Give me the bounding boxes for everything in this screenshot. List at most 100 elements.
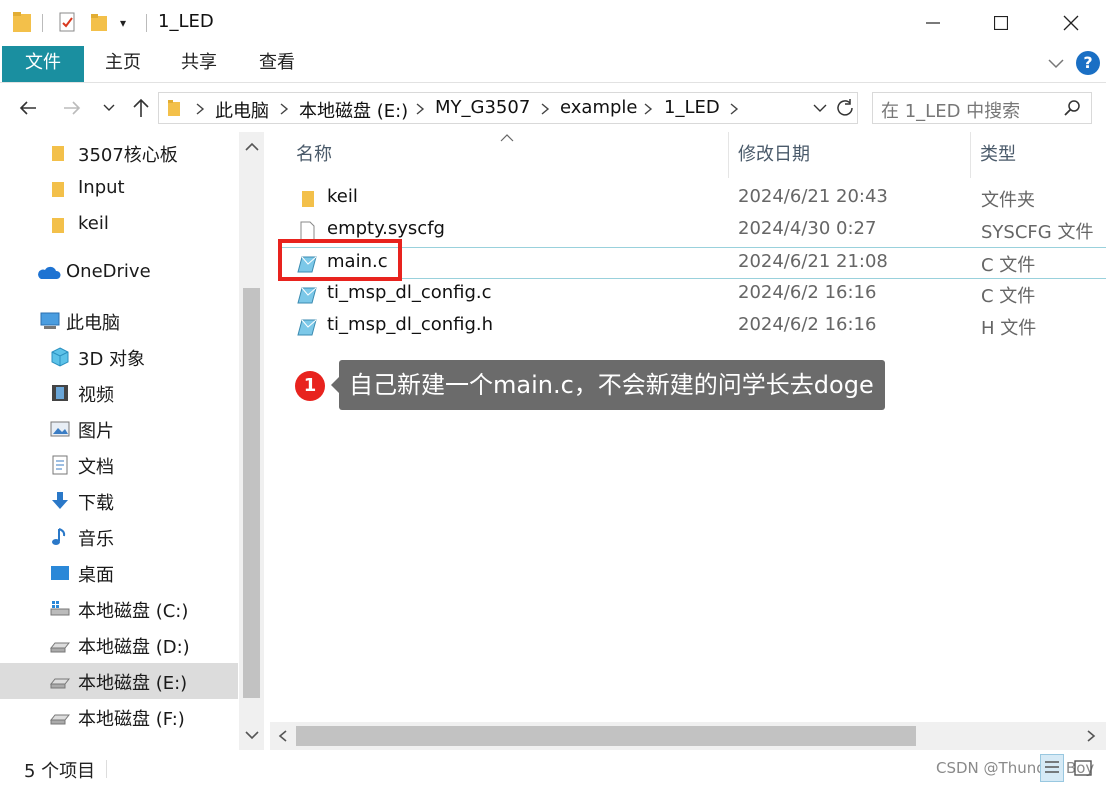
folder-icon xyxy=(52,146,64,161)
title-bar: ▾ 1_LED xyxy=(0,0,1106,46)
file-row-empty-syscfg[interactable]: empty.syscfg 2024/4/30 0:27 SYSCFG 文件 xyxy=(282,215,1106,247)
title-separator xyxy=(146,14,147,32)
file-row-ti-msp-dl-config-h[interactable]: ti_msp_dl_config.h 2024/6/2 16:16 H 文件 xyxy=(282,311,1106,343)
column-header-name[interactable]: 名称 xyxy=(296,132,332,180)
drive-icon xyxy=(50,714,70,725)
nav-item-music[interactable]: 音乐 xyxy=(0,519,238,555)
item-count: 5 个项目 xyxy=(24,761,96,782)
search-input[interactable]: 在 1_LED 中搜索 xyxy=(872,92,1092,124)
file-type: SYSCFG 文件 xyxy=(981,222,1094,243)
nav-item-desktop[interactable]: 桌面 xyxy=(0,555,238,591)
column-header-date[interactable]: 修改日期 xyxy=(738,132,810,180)
forward-arrow-icon[interactable] xyxy=(60,96,84,120)
column-divider[interactable] xyxy=(970,132,971,178)
breadcrumb-chevron-icon[interactable] xyxy=(415,102,425,116)
file-row-keil[interactable]: keil 2024/6/21 20:43 文件夹 xyxy=(282,183,1106,215)
navigation-pane: 3507核心板 Input keil OneDrive 此电脑 3D 对象 视频… xyxy=(0,132,264,750)
refresh-icon[interactable] xyxy=(835,98,855,118)
customize-quick-access-icon[interactable]: ▾ xyxy=(120,16,126,30)
column-divider[interactable] xyxy=(728,132,729,178)
expand-ribbon-icon[interactable] xyxy=(1046,55,1066,71)
details-view-button[interactable] xyxy=(1040,754,1064,782)
annotation-number-badge: 1 xyxy=(295,371,325,401)
breadcrumb-my-g3507[interactable]: MY_G3507 xyxy=(435,97,530,118)
tab-share[interactable]: 共享 xyxy=(168,46,230,82)
file-row-ti-msp-dl-config-c[interactable]: ti_msp_dl_config.c 2024/6/2 16:16 C 文件 xyxy=(282,279,1106,311)
nav-item-drive-d[interactable]: 本地磁盘 (D:) xyxy=(0,627,238,663)
up-arrow-icon[interactable] xyxy=(130,96,152,120)
help-button[interactable]: ? xyxy=(1076,51,1100,75)
nav-item-onedrive[interactable]: OneDrive xyxy=(0,255,238,291)
file-list-horizontal-scrollbar[interactable] xyxy=(270,722,1106,750)
breadcrumb-chevron-icon[interactable] xyxy=(195,102,205,116)
file-date: 2024/6/2 16:16 xyxy=(738,314,877,335)
file-name: keil xyxy=(327,186,358,207)
drive-icon xyxy=(50,678,70,689)
column-header-type[interactable]: 类型 xyxy=(980,132,1016,180)
status-bar: 5 个项目 CSDN @Thunder Boy xyxy=(0,750,1106,786)
file-date: 2024/6/2 16:16 xyxy=(738,282,877,303)
close-button[interactable] xyxy=(1036,0,1106,46)
file-list: 名称 修改日期 类型 keil 2024/6/21 20:43 文件夹 empt… xyxy=(272,132,1106,750)
tab-home[interactable]: 主页 xyxy=(92,46,154,82)
folder-icon xyxy=(13,12,31,32)
breadcrumb-example[interactable]: example xyxy=(560,97,637,118)
breadcrumb-chevron-icon[interactable] xyxy=(729,102,739,116)
scroll-right-icon[interactable] xyxy=(1086,730,1096,742)
back-arrow-icon[interactable] xyxy=(16,96,40,120)
pictures-icon xyxy=(50,421,70,437)
maximize-button[interactable] xyxy=(966,0,1036,46)
file-type: 文件夹 xyxy=(981,190,1035,211)
new-folder-icon[interactable] xyxy=(90,12,108,32)
file-name: ti_msp_dl_config.h xyxy=(327,314,494,335)
scrollbar-thumb[interactable] xyxy=(243,288,260,698)
nav-item-drive-e[interactable]: 本地磁盘 (E:) xyxy=(0,663,238,699)
c-file-icon xyxy=(297,287,317,304)
address-bar[interactable]: 此电脑 本地磁盘 (E:) MY_G3507 example 1_LED xyxy=(158,92,858,124)
nav-label: 此电脑 xyxy=(66,313,120,334)
nav-item-documents[interactable]: 文档 xyxy=(0,447,238,483)
scroll-down-icon[interactable] xyxy=(245,730,259,740)
file-row-main-c[interactable]: main.c 2024/6/21 21:08 C 文件 xyxy=(282,247,1106,279)
blank-file-icon xyxy=(300,221,315,241)
3d-objects-icon xyxy=(51,347,69,367)
nav-label: 本地磁盘 (F:) xyxy=(78,709,185,730)
nav-item-input[interactable]: Input xyxy=(0,171,238,207)
nav-label: 本地磁盘 (E:) xyxy=(78,673,188,694)
nav-scrollbar[interactable] xyxy=(239,132,264,750)
breadcrumb-chevron-icon[interactable] xyxy=(540,102,550,116)
breadcrumb-this-pc[interactable]: 此电脑 xyxy=(215,97,269,123)
scroll-left-icon[interactable] xyxy=(278,730,288,742)
recent-locations-chevron-icon[interactable] xyxy=(102,102,116,114)
annotation-highlight-box xyxy=(278,239,402,281)
window-title: 1_LED xyxy=(158,11,214,32)
nav-item-pictures[interactable]: 图片 xyxy=(0,411,238,447)
nav-item-videos[interactable]: 视频 xyxy=(0,375,238,411)
scrollbar-thumb[interactable] xyxy=(296,726,916,746)
tab-view[interactable]: 查看 xyxy=(246,46,308,82)
nav-item-keil[interactable]: keil xyxy=(0,207,238,243)
scroll-up-icon[interactable] xyxy=(245,142,259,152)
nav-label: 3D 对象 xyxy=(78,349,146,370)
search-icon[interactable] xyxy=(1063,99,1081,117)
nav-item-this-pc[interactable]: 此电脑 xyxy=(0,303,238,339)
nav-label: 本地磁盘 (C:) xyxy=(78,601,189,622)
nav-item-3d-objects[interactable]: 3D 对象 xyxy=(0,339,238,375)
breadcrumb-1-led[interactable]: 1_LED xyxy=(664,97,720,118)
large-icons-view-icon[interactable] xyxy=(1072,758,1094,778)
nav-item-3507-core-board[interactable]: 3507核心板 xyxy=(0,135,238,171)
address-dropdown-icon[interactable] xyxy=(813,103,827,113)
folder-icon xyxy=(52,182,64,197)
folder-icon xyxy=(52,218,64,233)
breadcrumb-chevron-icon[interactable] xyxy=(643,102,653,116)
nav-item-downloads[interactable]: 下载 xyxy=(0,483,238,519)
tab-file[interactable]: 文件 xyxy=(2,46,84,82)
nav-item-drive-c[interactable]: 本地磁盘 (C:) xyxy=(0,591,238,627)
nav-item-drive-f[interactable]: 本地磁盘 (F:) xyxy=(0,699,238,735)
nav-label: 视频 xyxy=(78,385,114,406)
minimize-button[interactable] xyxy=(898,0,968,46)
properties-icon[interactable] xyxy=(58,11,78,33)
breadcrumb-chevron-icon[interactable] xyxy=(279,102,289,116)
nav-label: OneDrive xyxy=(66,261,151,282)
breadcrumb-drive-e[interactable]: 本地磁盘 (E:) xyxy=(299,97,408,123)
